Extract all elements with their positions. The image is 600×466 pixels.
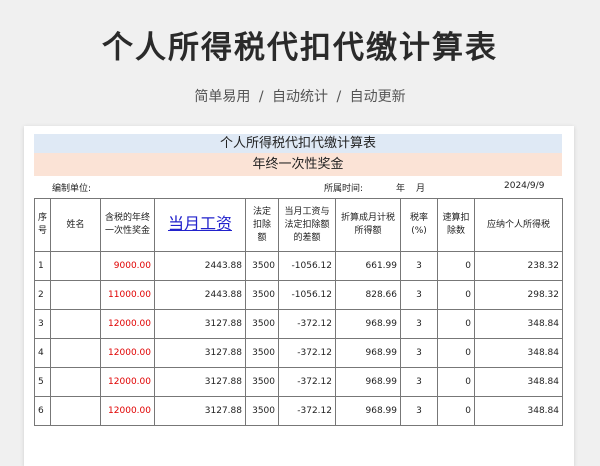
cell-tax[interactable]: 348.84 — [474, 396, 563, 426]
col-header: 序号 — [34, 198, 51, 252]
cell-name[interactable] — [50, 338, 101, 368]
cell-deduction[interactable]: 3500 — [245, 309, 279, 339]
separator: / — [258, 89, 264, 105]
cell-monthly-taxable[interactable]: 828.66 — [335, 280, 401, 310]
cell-bonus[interactable]: 12000.00 — [100, 367, 155, 397]
cell-salary[interactable]: 2443.88 — [154, 251, 246, 281]
cell-monthly-taxable[interactable]: 968.99 — [335, 367, 401, 397]
col-header: 含税的年终一次性奖金 — [100, 198, 155, 252]
year-label: 年 — [396, 184, 406, 194]
feature-tagline: 简单易用 / 自动统计 / 自动更新 — [0, 86, 600, 106]
cell-quick-deduction[interactable]: 0 — [437, 367, 475, 397]
col-header: 速算扣除数 — [437, 198, 475, 252]
cell-salary[interactable]: 3127.88 — [154, 367, 246, 397]
cell-bonus[interactable]: 11000.00 — [100, 280, 155, 310]
col-header: 税率(%) — [400, 198, 438, 252]
table-row: 1 9000.00 2443.88 3500 -1056.12 661.99 3 0 238.3… — [34, 251, 563, 281]
cell-rate[interactable]: 3 — [400, 367, 438, 397]
cell-name[interactable] — [50, 251, 101, 281]
cell-quick-deduction[interactable]: 0 — [437, 396, 475, 426]
table-row: 4 12000.00 3127.88 3500 -372.12 968.99 3 0 348.8… — [34, 338, 563, 368]
sheet-title: 个人所得税代扣代缴计算表 — [34, 134, 562, 153]
cell-difference[interactable]: -372.12 — [278, 367, 336, 397]
cell-monthly-taxable[interactable]: 968.99 — [335, 338, 401, 368]
unit-label: 编制单位: — [52, 184, 92, 194]
cell-deduction[interactable]: 3500 — [245, 367, 279, 397]
spreadsheet-preview: 个人所得税代扣代缴计算表 年终一次性奖金 编制单位: 所属时间: 年 月 202… — [24, 126, 574, 466]
cell-deduction[interactable]: 3500 — [245, 251, 279, 281]
sheet-subtitle: 年终一次性奖金 — [34, 153, 562, 176]
cell-monthly-taxable[interactable]: 661.99 — [335, 251, 401, 281]
cell-rate[interactable]: 3 — [400, 396, 438, 426]
cell-tax[interactable]: 238.32 — [474, 251, 563, 281]
cell-salary[interactable]: 3127.88 — [154, 396, 246, 426]
feature-easy: 简单易用 — [194, 89, 251, 105]
cell-difference[interactable]: -1056.12 — [278, 251, 336, 281]
cell-name[interactable] — [50, 309, 101, 339]
cell-bonus[interactable]: 12000.00 — [100, 338, 155, 368]
col-header: 当月工资与法定扣除额的差额 — [278, 198, 336, 252]
cell-index[interactable]: 3 — [34, 309, 51, 339]
table-row: 2 11000.00 2443.88 3500 -1056.12 828.66 3 0 298.… — [34, 280, 563, 310]
cell-name[interactable] — [50, 396, 101, 426]
cell-difference[interactable]: -372.12 — [278, 338, 336, 368]
cell-index[interactable]: 2 — [34, 280, 51, 310]
cell-index[interactable]: 6 — [34, 396, 51, 426]
cell-quick-deduction[interactable]: 0 — [437, 251, 475, 281]
separator: / — [336, 89, 342, 105]
salary-header-link[interactable]: 当月工资 — [168, 214, 232, 233]
feature-auto-stats: 自动统计 — [272, 89, 328, 105]
col-header: 折算成月计税所得额 — [335, 198, 401, 252]
cell-name[interactable] — [50, 367, 101, 397]
cell-index[interactable]: 1 — [34, 251, 51, 281]
table-row: 6 12000.00 3127.88 3500 -372.12 968.99 3 0 348.8… — [34, 396, 563, 426]
feature-auto-update: 自动更新 — [349, 89, 406, 105]
col-header: 法定扣除额 — [245, 198, 279, 252]
cell-rate[interactable]: 3 — [400, 251, 438, 281]
cell-salary[interactable]: 2443.88 — [154, 280, 246, 310]
cell-index[interactable]: 4 — [34, 338, 51, 368]
cell-quick-deduction[interactable]: 0 — [437, 280, 475, 310]
cell-bonus[interactable]: 12000.00 — [100, 309, 155, 339]
cell-index[interactable]: 5 — [34, 367, 51, 397]
cell-difference[interactable]: -1056.12 — [278, 280, 336, 310]
cell-monthly-taxable[interactable]: 968.99 — [335, 396, 401, 426]
cell-quick-deduction[interactable]: 0 — [437, 309, 475, 339]
table-row: 3 12000.00 3127.88 3500 -372.12 968.99 3 0 348.8… — [34, 309, 563, 339]
cell-deduction[interactable]: 3500 — [245, 338, 279, 368]
table-row: 5 12000.00 3127.88 3500 -372.12 968.99 3 0 348.8… — [34, 367, 563, 397]
cell-bonus[interactable]: 12000.00 — [100, 396, 155, 426]
cell-quick-deduction[interactable]: 0 — [437, 338, 475, 368]
cell-deduction[interactable]: 3500 — [245, 396, 279, 426]
table-header-row: 序号 姓名 含税的年终一次性奖金 当月工资 法定扣除额 当月工资与法定扣除额的差… — [34, 198, 563, 252]
cell-tax[interactable]: 348.84 — [474, 367, 563, 397]
cell-rate[interactable]: 3 — [400, 338, 438, 368]
page-title: 个人所得税代扣代缴计算表 — [102, 30, 498, 66]
cell-difference[interactable]: -372.12 — [278, 309, 336, 339]
cell-tax[interactable]: 348.84 — [474, 309, 563, 339]
month-label: 月 — [416, 184, 426, 194]
period-label: 所属时间: — [324, 184, 364, 194]
cell-bonus[interactable]: 9000.00 — [100, 251, 155, 281]
tax-table: 序号 姓名 含税的年终一次性奖金 当月工资 法定扣除额 当月工资与法定扣除额的差… — [34, 198, 563, 426]
col-header: 姓名 — [50, 198, 101, 252]
cell-monthly-taxable[interactable]: 968.99 — [335, 309, 401, 339]
cell-rate[interactable]: 3 — [400, 309, 438, 339]
cell-tax[interactable]: 348.84 — [474, 338, 563, 368]
date-value: 2024/9/9 — [504, 181, 545, 191]
cell-name[interactable] — [50, 280, 101, 310]
cell-salary[interactable]: 3127.88 — [154, 309, 246, 339]
col-header-salary: 当月工资 — [154, 198, 246, 252]
cell-salary[interactable]: 3127.88 — [154, 338, 246, 368]
cell-tax[interactable]: 298.32 — [474, 280, 563, 310]
cell-rate[interactable]: 3 — [400, 280, 438, 310]
cell-deduction[interactable]: 3500 — [245, 280, 279, 310]
col-header: 应纳个人所得税 — [474, 198, 563, 252]
cell-difference[interactable]: -372.12 — [278, 396, 336, 426]
